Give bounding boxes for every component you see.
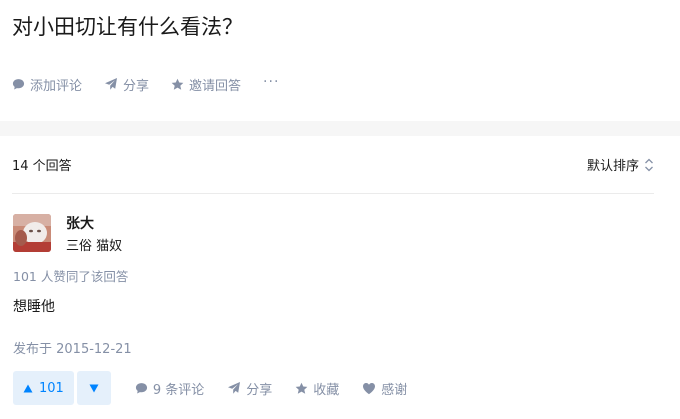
share-icon (228, 382, 241, 394)
share-question-button[interactable]: 分享 (104, 75, 149, 94)
share-answer-button[interactable]: 分享 (227, 379, 272, 398)
comments-button[interactable]: 9 条评论 (135, 379, 204, 398)
comment-icon (135, 382, 147, 394)
more-icon[interactable]: ··· (263, 74, 279, 90)
question-title: 对小田切让有什么看法？ (12, 15, 243, 39)
upvote-button[interactable]: 101 (13, 371, 74, 405)
thanks-button[interactable]: 感谢 (362, 379, 407, 398)
sort-label: 默认排序 (586, 159, 639, 174)
answer-count: 14 个回答 (12, 159, 72, 174)
answer-date[interactable]: 发布于 2015-12-21 (13, 338, 132, 357)
question-card: 对小田切让有什么看法？ 添加评论 分享 邀请回答 ··· (0, 0, 680, 121)
avatar[interactable] (13, 214, 51, 252)
sort-dropdown[interactable]: 默认排序 (587, 155, 654, 174)
question-actions: 添加评论 分享 邀请回答 ··· (12, 74, 279, 94)
collect-label: 收藏 (313, 382, 340, 398)
vote-info[interactable]: 101 人赞同了该回答 (13, 266, 128, 285)
add-comment-label: 添加评论 (30, 78, 83, 94)
share-answer-label: 分享 (246, 382, 273, 398)
answers-card: 14 个回答 默认排序 张大 三俗 猫奴 101 人赞同了该回答 想睡他 发布于… (0, 136, 680, 419)
share-icon (105, 78, 118, 90)
upvote-count: 101 (39, 380, 64, 396)
answer-actions: 101 9 条评论 分享 收藏 感谢 (13, 371, 407, 405)
downvote-icon (89, 384, 99, 392)
heart-icon (363, 382, 376, 394)
author-bio: 三俗 猫奴 (66, 239, 123, 254)
collect-button[interactable]: 收藏 (295, 379, 339, 398)
upvote-icon (23, 384, 33, 392)
star-icon (295, 382, 308, 394)
invite-label: 邀请回答 (189, 78, 242, 94)
comment-icon (12, 78, 25, 90)
downvote-button[interactable] (76, 371, 111, 405)
sort-icon (645, 158, 653, 171)
add-comment-button[interactable]: 添加评论 (12, 75, 82, 94)
author-name[interactable]: 张大 (66, 213, 94, 233)
comments-label: 9 条评论 (152, 382, 205, 398)
share-label: 分享 (123, 78, 150, 94)
answer-content: 想睡他 (13, 299, 55, 315)
star-icon (171, 78, 184, 90)
thanks-label: 感谢 (381, 382, 408, 398)
answers-header: 14 个回答 默认排序 (12, 136, 654, 194)
invite-answer-button[interactable]: 邀请回答 (171, 75, 241, 94)
